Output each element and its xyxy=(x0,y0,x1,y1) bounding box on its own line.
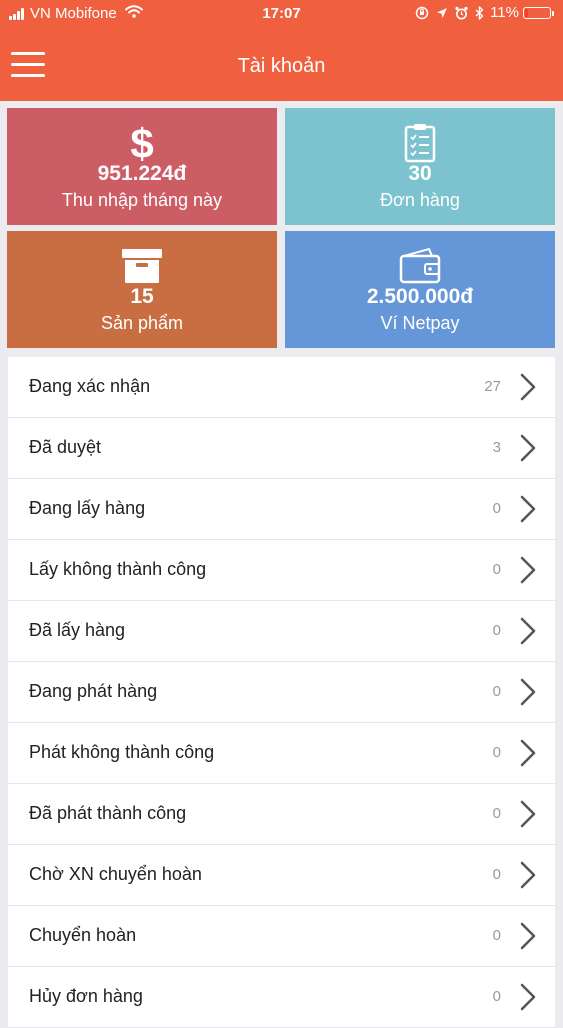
list-item-label: Đang lấy hàng xyxy=(29,498,146,518)
chevron-right-icon xyxy=(520,983,536,1011)
income-value: 951.224đ xyxy=(97,162,187,185)
list-item-label: Chờ XN chuyển hoàn xyxy=(29,864,202,884)
chevron-right-icon xyxy=(520,922,536,950)
chevron-right-icon xyxy=(520,434,536,462)
list-item-approved[interactable]: Đã duyệt 3 xyxy=(8,418,555,479)
orders-value: 30 xyxy=(408,162,432,185)
list-item-label: Hủy đơn hàng xyxy=(29,986,143,1006)
list-item-pending-confirmation[interactable]: Đang xác nhận 27 xyxy=(8,357,555,418)
battery-percentage: 11% xyxy=(490,4,519,21)
status-right: 11% xyxy=(408,4,554,21)
list-item-count: 0 xyxy=(492,866,501,883)
income-tile[interactable]: $ 951.224đ Thu nhập tháng này xyxy=(7,108,277,225)
dollar-icon: $ xyxy=(7,120,277,166)
list-item-delivery-failed[interactable]: Phát không thành công 0 xyxy=(8,723,555,784)
wallet-value: 2.500.000đ xyxy=(366,285,474,308)
list-item-count: 0 xyxy=(492,988,501,1005)
list-item-label: Chuyển hoàn xyxy=(29,925,137,945)
bluetooth-icon xyxy=(475,5,484,20)
list-item-returning[interactable]: Chuyển hoàn 0 xyxy=(8,906,555,967)
location-icon xyxy=(436,7,448,19)
list-item-count: 0 xyxy=(492,500,501,517)
list-item-label: Đang phát hàng xyxy=(29,681,158,701)
wallet-label: Ví Netpay xyxy=(380,313,460,333)
list-item-delivered[interactable]: Đã phát thành công 0 xyxy=(8,784,555,845)
list-item-label: Phát không thành công xyxy=(29,742,215,762)
list-item-count: 0 xyxy=(492,927,501,944)
list-item-count: 27 xyxy=(484,378,501,395)
list-item-count: 3 xyxy=(492,439,501,456)
list-item-delivering[interactable]: Đang phát hàng 0 xyxy=(8,662,555,723)
battery-icon xyxy=(523,6,554,19)
orders-label: Đơn hàng xyxy=(380,190,460,210)
products-value: 15 xyxy=(130,285,154,308)
list-item-label: Lấy không thành công xyxy=(29,559,207,579)
chevron-right-icon xyxy=(520,678,536,706)
list-item-label: Đã phát thành công xyxy=(29,803,187,823)
list-item-awaiting-return-confirmation[interactable]: Chờ XN chuyển hoàn 0 xyxy=(8,845,555,906)
orders-tile[interactable]: 30 Đơn hàng xyxy=(285,108,555,225)
list-item-count: 0 xyxy=(492,683,501,700)
alarm-icon xyxy=(455,6,468,20)
svg-text:$: $ xyxy=(130,122,153,164)
list-item-pickup-failed[interactable]: Lấy không thành công 0 xyxy=(8,540,555,601)
list-item-picked-up[interactable]: Đã lấy hàng 0 xyxy=(8,601,555,662)
chevron-right-icon xyxy=(520,495,536,523)
chevron-right-icon xyxy=(520,373,536,401)
list-item-label: Đã duyệt xyxy=(29,437,102,457)
products-tile[interactable]: 15 Sản phẩm xyxy=(7,231,277,348)
list-item-picking-up[interactable]: Đang lấy hàng 0 xyxy=(8,479,555,540)
list-item-count: 0 xyxy=(492,805,501,822)
list-item-count: 0 xyxy=(492,744,501,761)
list-item-cancel-order[interactable]: Hủy đơn hàng 0 xyxy=(8,967,555,1028)
chevron-right-icon xyxy=(520,861,536,889)
status-bar: VN Mobifone 17:07 11% xyxy=(0,0,563,30)
wallet-tile[interactable]: 2.500.000đ Ví Netpay xyxy=(285,231,555,348)
page-title: Tài khoản xyxy=(237,55,326,77)
wallet-icon xyxy=(285,243,555,289)
chevron-right-icon xyxy=(520,617,536,645)
orientation-lock-icon xyxy=(415,6,429,20)
chevron-right-icon xyxy=(520,556,536,584)
list-item-count: 0 xyxy=(492,561,501,578)
chevron-right-icon xyxy=(520,739,536,767)
clipboard-icon xyxy=(285,120,555,166)
app-header: VN Mobifone 17:07 11% Tài khoản xyxy=(0,0,563,101)
order-status-list: Đang xác nhận 27 Đã duyệt 3 Đang lấy hàn… xyxy=(8,357,555,1028)
products-label: Sản phẩm xyxy=(100,313,184,333)
list-item-label: Đang xác nhận xyxy=(29,376,151,396)
chevron-right-icon xyxy=(520,800,536,828)
list-item-count: 0 xyxy=(492,622,501,639)
archive-box-icon xyxy=(7,243,277,289)
list-item-label: Đã lấy hàng xyxy=(29,620,126,640)
income-label: Thu nhập tháng này xyxy=(61,190,223,210)
